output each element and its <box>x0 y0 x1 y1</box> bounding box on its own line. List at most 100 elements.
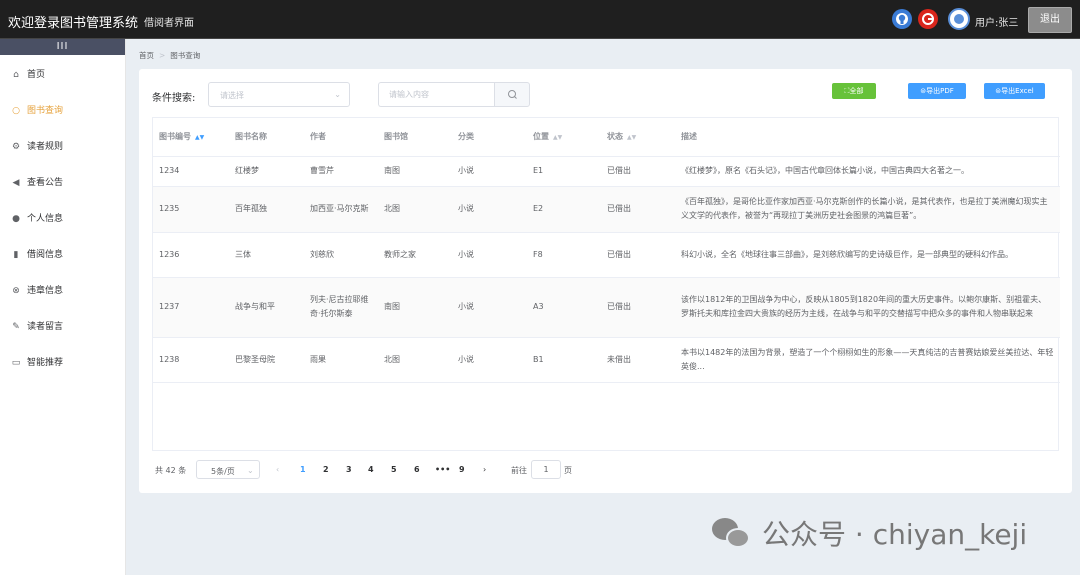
table-row[interactable]: 1238 巴黎圣母院 雨果 北图 小说 B1 未借出 本书以1482年的法国为背… <box>153 337 1060 383</box>
export-excel-label: 导出Excel <box>1001 87 1034 95</box>
sidebar-item-profile[interactable]: ● 个人信息 <box>0 201 125 237</box>
col-header-label: 描述 <box>681 132 697 142</box>
gitee-icon[interactable] <box>918 9 938 29</box>
goto-prefix: 前往 <box>511 466 527 475</box>
cell-description: 科幻小说，全名《地球往事三部曲》，是刘慈欣编写的史诗级巨作，是一部典型的硬科幻作… <box>675 232 1060 278</box>
logout-button[interactable]: 退出 <box>1028 7 1072 33</box>
keyword-input[interactable] <box>378 82 494 107</box>
condition-select[interactable]: 请选择 ⌄ <box>208 82 350 107</box>
github-icon[interactable] <box>892 9 912 29</box>
edit-icon: ✎ <box>12 322 20 332</box>
gear-icon: ⚙ <box>11 142 21 152</box>
cell-author: 列夫·尼古拉耶维奇·托尔斯泰 <box>304 277 378 338</box>
sidebar-item-violations[interactable]: ⊗ 违章信息 <box>0 273 125 309</box>
breadcrumb-separator-icon: > <box>159 51 166 60</box>
sidebar-item-label: 违章信息 <box>27 286 64 296</box>
cell-status: 已借出 <box>601 156 675 187</box>
table-row[interactable]: 1236 三体 刘慈欣 教师之家 小说 F8 已借出 科幻小说，全名《地球往事三… <box>153 232 1060 278</box>
sidebar-item-borrow-info[interactable]: ▮ 借阅信息 <box>0 237 125 273</box>
col-header-author: 作者 <box>304 118 378 157</box>
breadcrumb-home[interactable]: 首页 <box>139 51 154 60</box>
collapse-toggle[interactable]: III <box>0 39 125 55</box>
warning-icon: ⊗ <box>12 286 20 296</box>
sidebar-item-label: 智能推荐 <box>27 358 64 368</box>
page-5[interactable]: 5 <box>391 465 397 474</box>
sidebar-item-messages[interactable]: ✎ 读者留言 <box>0 309 125 345</box>
sort-icon[interactable]: ▲▼ <box>553 134 562 141</box>
page-9[interactable]: 9 <box>459 465 465 474</box>
col-header-label: 图书编号 <box>159 132 191 142</box>
col-header-book-name: 图书名称 <box>229 118 304 157</box>
col-header-status[interactable]: 状态 ▲▼ <box>601 118 675 157</box>
top-header: 欢迎登录图书管理系统 借阅者界面 用户:张三 退出 <box>0 0 1080 39</box>
sidebar-item-book-search[interactable]: ○ 图书查询 <box>0 93 125 129</box>
search-label: 条件搜索: <box>152 93 196 104</box>
page-1[interactable]: 1 <box>300 465 306 474</box>
cell-book-id: 1238 <box>153 337 229 383</box>
table-row[interactable]: 1235 百年孤独 加西亚·马尔克斯 北图 小说 E2 已借出 《百年孤独》，是… <box>153 186 1060 233</box>
cell-category: 小说 <box>452 232 527 278</box>
cell-location: E1 <box>527 156 601 187</box>
sidebar-item-reader-rules[interactable]: ⚙ 读者规则 <box>0 129 125 165</box>
col-header-label: 作者 <box>310 132 326 142</box>
col-header-location[interactable]: 位置 ▲▼ <box>527 118 601 157</box>
show-all-label: 全部 <box>849 87 864 95</box>
cell-book-name: 战争与和平 <box>229 277 304 338</box>
sort-icon[interactable]: ▲▼ <box>195 134 204 141</box>
cell-author: 雨果 <box>304 337 378 383</box>
home-icon: ⌂ <box>13 70 19 80</box>
sidebar-item-label: 读者留言 <box>27 322 64 332</box>
sidebar-item-announcements[interactable]: ◀ 查看公告 <box>0 165 125 201</box>
export-pdf-button[interactable]: ⊜导出PDF <box>908 83 966 99</box>
sidebar-item-recommend[interactable]: ▭ 智能推荐 <box>0 345 125 381</box>
watermark-text: 公众号 · chiyan_keji <box>762 518 1028 551</box>
page-size-select[interactable]: 5条/页 ⌄ <box>196 460 260 479</box>
next-page-icon[interactable]: › <box>483 465 486 474</box>
col-header-label: 图书名称 <box>235 132 267 142</box>
sidebar: III ⌂ 首页 ○ 图书查询 ⚙ 读者规则 ◀ 查看公告 ● 个人信息 ▮ 借阅信息 ⊗ 违… <box>0 39 126 575</box>
sidebar-item-label: 查看公告 <box>27 178 64 188</box>
more-pages-icon[interactable]: ••• <box>435 465 450 474</box>
cell-library: 北图 <box>378 186 452 233</box>
cell-book-id: 1236 <box>153 232 229 278</box>
page-3[interactable]: 3 <box>346 465 352 474</box>
avatar[interactable] <box>948 8 970 30</box>
table-row[interactable]: 1237 战争与和平 列夫·尼古拉耶维奇·托尔斯泰 南图 小说 A3 已借出 该… <box>153 277 1060 338</box>
cell-status: 已借出 <box>601 277 675 338</box>
table-row[interactable]: 1234 红楼梦 曹雪芹 南图 小说 E1 已借出 《红楼梦》，原名《石头记》，… <box>153 156 1060 187</box>
monitor-icon: ▭ <box>11 358 21 368</box>
cell-library: 教师之家 <box>378 232 452 278</box>
cell-category: 小说 <box>452 186 527 233</box>
chevron-down-icon: ⌄ <box>334 90 341 99</box>
search-button[interactable] <box>494 82 530 107</box>
sort-icon[interactable]: ▲▼ <box>627 134 636 141</box>
breadcrumb-current: 图书查询 <box>170 51 201 60</box>
page-4[interactable]: 4 <box>368 465 374 474</box>
speaker-icon: ◀ <box>12 178 20 188</box>
goto-page-input[interactable]: 1 <box>531 460 561 479</box>
cell-status: 已借出 <box>601 186 675 233</box>
prev-page-icon[interactable]: ‹ <box>276 465 279 474</box>
cell-book-name: 百年孤独 <box>229 186 304 233</box>
cell-description: 该作以1812年的卫国战争为中心，反映从1805到1820年间的重大历史事件。以… <box>675 277 1060 338</box>
cell-location: A3 <box>527 277 601 338</box>
select-placeholder: 请选择 <box>220 91 244 100</box>
col-header-description: 描述 <box>675 118 1060 157</box>
col-header-book-id[interactable]: 图书编号 ▲▼ <box>153 118 229 157</box>
col-header-label: 状态 <box>607 132 623 142</box>
export-excel-button[interactable]: ⊜导出Excel <box>984 83 1045 99</box>
watermark: 公众号 · chiyan_keji <box>712 513 1027 553</box>
col-header-category: 分类 <box>452 118 527 157</box>
chevron-down-icon: ⌄ <box>247 466 254 475</box>
sidebar-item-label: 首页 <box>27 70 46 80</box>
cell-location: B1 <box>527 337 601 383</box>
page-2[interactable]: 2 <box>323 465 329 474</box>
sidebar-item-home[interactable]: ⌂ 首页 <box>0 57 125 93</box>
cell-book-name: 三体 <box>229 232 304 278</box>
book-table: 图书编号 ▲▼ 图书名称 作者 图书馆 分类 位置 ▲▼ 状态 ▲▼ 描述 1234 … <box>152 117 1060 451</box>
page-6[interactable]: 6 <box>414 465 420 474</box>
show-all-button[interactable]: ⛶全部 <box>832 83 876 99</box>
user-icon: ● <box>12 214 20 224</box>
search-icon: ○ <box>12 106 20 116</box>
cell-library: 南图 <box>378 156 452 187</box>
